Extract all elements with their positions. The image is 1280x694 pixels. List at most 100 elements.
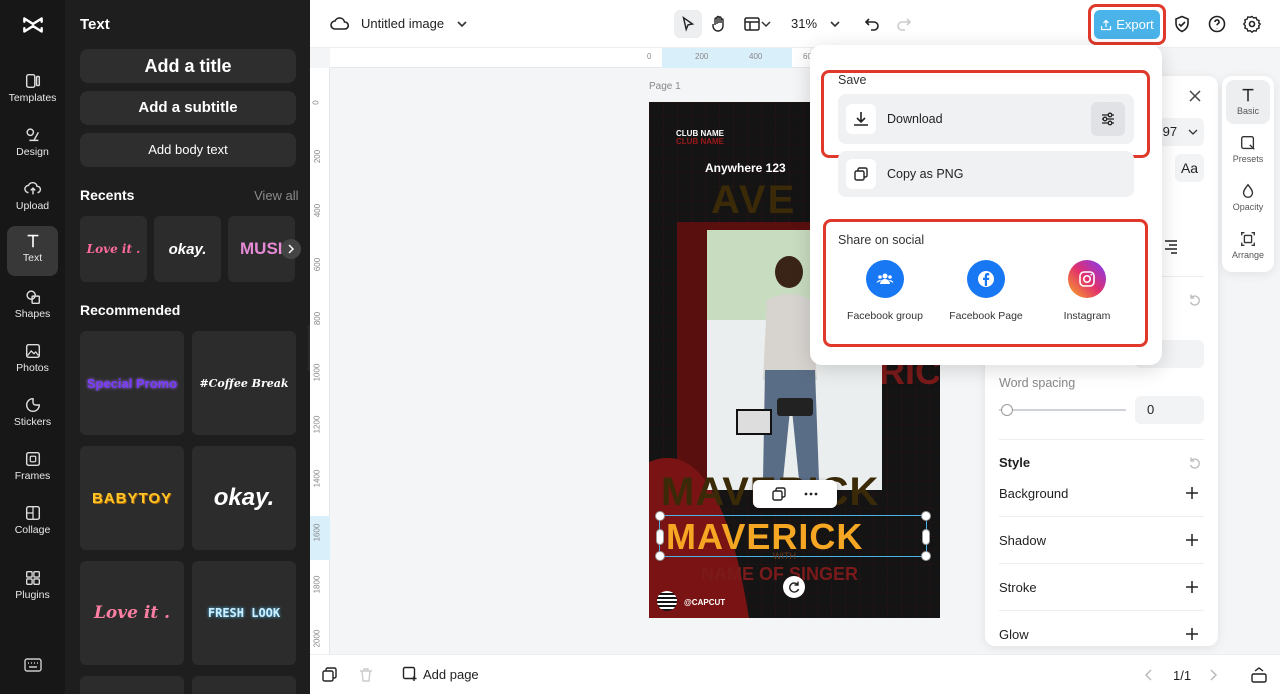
tab-basic[interactable]: Basic xyxy=(1226,80,1270,124)
left-rail: Templates Design Upload Text Shapes Phot… xyxy=(0,0,65,694)
reset-icon[interactable] xyxy=(1188,293,1202,307)
recommended-tile[interactable]: FRESH LOOK xyxy=(192,561,296,665)
shadow-row[interactable]: Shadow xyxy=(999,517,1204,564)
plus-icon[interactable] xyxy=(1184,626,1200,642)
chevron-right-icon[interactable] xyxy=(1207,668,1219,682)
text-icon xyxy=(27,234,38,248)
copy-label: Copy as PNG xyxy=(887,167,964,181)
recommended-tile[interactable] xyxy=(192,676,296,694)
cloud-icon[interactable] xyxy=(330,14,350,34)
select-tool-button[interactable] xyxy=(674,10,702,38)
recommended-tile[interactable]: Love it . xyxy=(80,561,184,665)
rail-label: Frames xyxy=(14,470,51,482)
chevron-down-icon[interactable] xyxy=(760,14,772,34)
resize-handle[interactable] xyxy=(922,529,930,545)
recommended-tile[interactable]: Special Promo xyxy=(80,331,184,435)
tab-opacity[interactable]: Opacity xyxy=(1226,176,1270,220)
resize-handle[interactable] xyxy=(921,551,931,561)
plus-icon[interactable] xyxy=(1184,579,1200,595)
word-spacing-slider[interactable] xyxy=(999,404,1126,416)
slider-thumb[interactable] xyxy=(1000,404,1013,416)
chevron-left-icon[interactable] xyxy=(1143,668,1155,682)
opacity-icon xyxy=(1242,183,1254,198)
tab-presets[interactable]: Presets xyxy=(1226,128,1270,172)
redo-icon[interactable] xyxy=(894,14,914,34)
templates-icon xyxy=(25,73,40,89)
plus-icon[interactable] xyxy=(1184,485,1200,501)
rail-plugins[interactable]: Plugins xyxy=(7,563,58,613)
ruler-left: 0 200 400 600 800 1000 1200 1400 1600 18… xyxy=(310,68,330,654)
recents-next-button[interactable] xyxy=(281,239,301,259)
poster-address: Anywhere 123 xyxy=(705,161,786,175)
close-icon[interactable] xyxy=(1187,88,1203,104)
duplicate-page-icon[interactable] xyxy=(322,667,338,683)
glow-row[interactable]: Glow xyxy=(999,611,1204,658)
rail-collage[interactable]: Collage xyxy=(7,498,58,548)
pages-panel-icon[interactable] xyxy=(1250,666,1268,684)
stroke-row[interactable]: Stroke xyxy=(999,564,1204,611)
rotate-handle[interactable] xyxy=(783,576,805,598)
resize-handle[interactable] xyxy=(655,551,665,561)
copy-as-png-option[interactable]: Copy as PNG xyxy=(838,151,1134,197)
background-row[interactable]: Background xyxy=(999,470,1204,517)
recommended-tile[interactable]: #Coffee Break xyxy=(192,331,296,435)
style-label: Style xyxy=(999,455,1031,470)
recent-tile[interactable]: okay. xyxy=(154,216,221,282)
recommended-tile[interactable]: BABYTOY xyxy=(80,446,184,550)
rail-text[interactable]: Text xyxy=(7,226,58,276)
hand-icon[interactable] xyxy=(709,14,729,34)
add-body-text-button[interactable]: Add body text xyxy=(80,133,296,167)
rail-stickers[interactable]: Stickers xyxy=(7,390,58,440)
view-all-link[interactable]: View all xyxy=(254,188,299,203)
settings-icon[interactable] xyxy=(1242,14,1262,34)
undo-icon[interactable] xyxy=(862,14,882,34)
tab-arrange[interactable]: Arrange xyxy=(1226,224,1270,268)
plus-icon[interactable] xyxy=(1184,532,1200,548)
rail-templates[interactable]: Templates xyxy=(7,66,58,116)
recommended-tile[interactable] xyxy=(80,676,184,694)
rail-photos[interactable]: Photos xyxy=(7,336,58,386)
more-icon[interactable] xyxy=(804,487,818,501)
bottom-bar: Add page 1/1 xyxy=(310,654,1280,694)
trash-icon[interactable] xyxy=(358,667,374,683)
recommended-tile[interactable]: okay. xyxy=(192,446,296,550)
facebook-page-button[interactable]: Facebook Page xyxy=(946,260,1026,323)
poster-logo xyxy=(657,591,677,611)
facebook-group-button[interactable]: Facebook group xyxy=(845,260,925,323)
rail-shapes[interactable]: Shapes xyxy=(7,282,58,332)
text-case-button[interactable]: Aa xyxy=(1175,154,1204,182)
capcut-logo[interactable] xyxy=(20,12,46,38)
rail-upload[interactable]: Upload xyxy=(7,174,58,224)
resize-handle[interactable] xyxy=(921,511,931,521)
add-title-button[interactable]: Add a title xyxy=(80,49,296,83)
ruler-tick: 200 xyxy=(313,149,323,164)
text-context-toolbar xyxy=(753,480,837,508)
collage-icon xyxy=(25,505,40,521)
reset-icon[interactable] xyxy=(1188,456,1202,470)
chevron-down-icon[interactable] xyxy=(452,14,472,34)
align-right-icon[interactable] xyxy=(1163,238,1179,254)
help-icon[interactable] xyxy=(1207,14,1227,34)
shield-icon[interactable] xyxy=(1172,14,1192,34)
resize-handle[interactable] xyxy=(655,511,665,521)
poster-headline[interactable]: MAVERICK xyxy=(666,516,863,558)
instagram-button[interactable]: Instagram xyxy=(1047,260,1127,323)
ruler-tick: 1000 xyxy=(312,363,322,382)
add-subtitle-button[interactable]: Add a subtitle xyxy=(80,91,296,125)
recent-tile[interactable]: Love it . xyxy=(80,216,147,282)
rail-label: Plugins xyxy=(15,589,50,601)
duplicate-icon[interactable] xyxy=(772,487,786,501)
add-page-button[interactable]: Add page xyxy=(402,666,479,682)
rail-design[interactable]: Design xyxy=(7,120,58,170)
poster-with: WITH xyxy=(773,551,796,561)
zoom-level[interactable]: 31% xyxy=(791,16,817,31)
rail-frames[interactable]: Frames xyxy=(7,444,58,494)
chevron-down-icon[interactable] xyxy=(825,14,845,34)
resize-handle[interactable] xyxy=(656,529,664,545)
layout-icon[interactable] xyxy=(742,14,762,34)
document-title[interactable]: Untitled image xyxy=(361,16,444,31)
keyboard-icon[interactable] xyxy=(24,658,42,672)
word-spacing-input[interactable]: 0 xyxy=(1135,396,1204,424)
add-page-icon xyxy=(402,666,417,681)
property-tabs: Basic Presets Opacity Arrange xyxy=(1222,76,1274,272)
